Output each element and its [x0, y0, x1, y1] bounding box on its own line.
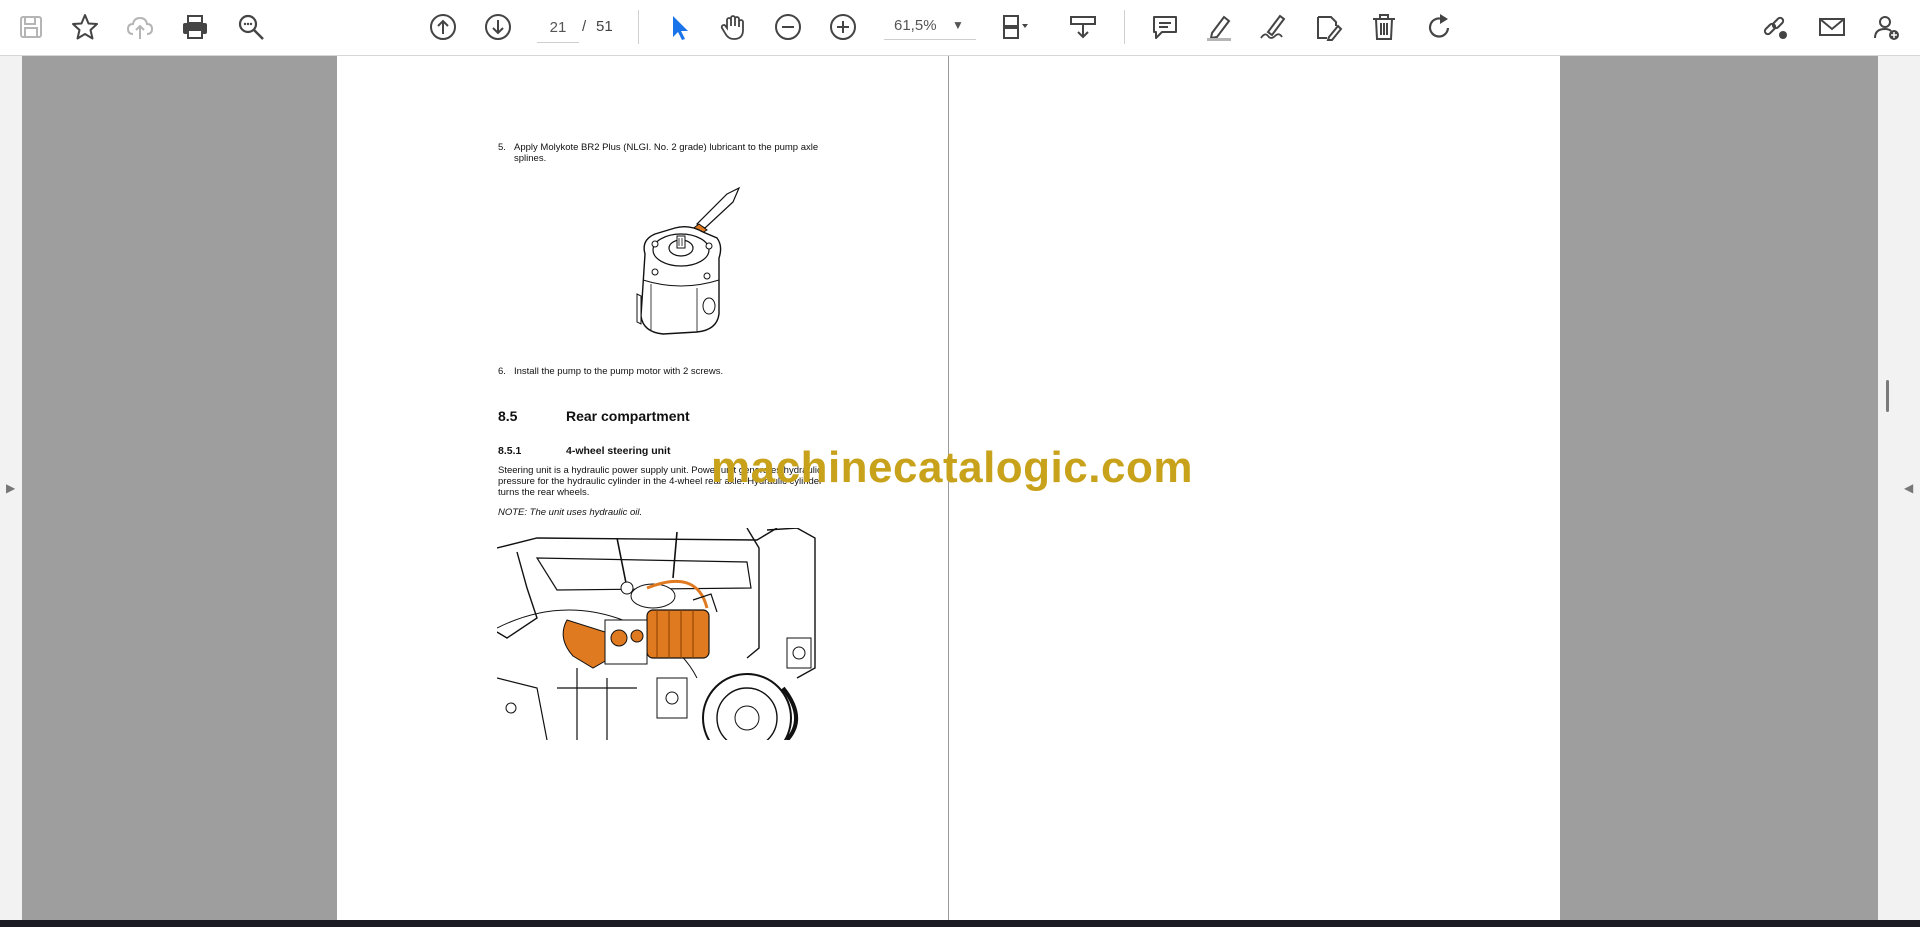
expand-left-panel-icon[interactable]: ▶: [6, 481, 15, 495]
zoom-out-icon[interactable]: [769, 9, 807, 45]
comment-icon[interactable]: [1146, 9, 1184, 45]
highlight-icon[interactable]: [1200, 9, 1238, 45]
step-6-number: 6.: [498, 366, 506, 377]
step-5-text-line-1: Apply Molykote BR2 Plus (NLGI. No. 2 gra…: [514, 142, 819, 153]
find-icon[interactable]: [232, 9, 270, 45]
watermark-text: machinecatalogic.com: [711, 443, 1193, 492]
steering-unit-illustration: [497, 528, 823, 740]
toolbar-divider: [1124, 10, 1125, 44]
bookmark-star-icon[interactable]: [66, 9, 104, 45]
step-6-text: Install the pump to the pump motor with …: [514, 366, 724, 377]
toolbar: / 51 ▼: [0, 0, 1920, 56]
share-link-icon[interactable]: [1756, 9, 1794, 45]
select-cursor-icon[interactable]: [660, 9, 698, 45]
cloud-upload-icon[interactable]: [121, 9, 159, 45]
add-user-icon[interactable]: [1868, 9, 1906, 45]
prev-page-icon[interactable]: [424, 9, 462, 45]
vertical-scrollbar-thumb[interactable]: [1886, 380, 1889, 412]
section-title: Rear compartment: [566, 408, 690, 424]
page-separator: /: [582, 18, 587, 35]
delete-icon[interactable]: [1365, 9, 1403, 45]
toolbar-divider: [638, 10, 639, 44]
section-number: 8.5: [498, 408, 518, 424]
scroll-mode-icon[interactable]: [1064, 9, 1102, 45]
subsection-title: 4-wheel steering unit: [566, 445, 671, 457]
expand-right-panel-icon[interactable]: ◀: [1904, 481, 1913, 495]
step-5-number: 5.: [498, 142, 506, 153]
rotate-icon[interactable]: [1420, 9, 1458, 45]
note-text: NOTE: The unit uses hydraulic oil.: [498, 507, 643, 518]
page-layout-icon[interactable]: [996, 9, 1034, 45]
next-page-icon[interactable]: [479, 9, 517, 45]
page-total: 51: [596, 18, 613, 35]
save-icon[interactable]: [12, 9, 50, 45]
subsection-number: 8.5.1: [498, 445, 522, 457]
taskbar-edge: [0, 920, 1920, 927]
sign-icon[interactable]: [1254, 9, 1292, 45]
zoom-in-icon[interactable]: [824, 9, 862, 45]
chevron-down-icon[interactable]: ▼: [952, 18, 964, 32]
print-icon[interactable]: [176, 9, 214, 45]
right-panel-collapsed: [1878, 56, 1920, 920]
hand-tool-icon[interactable]: [714, 9, 752, 45]
stamp-icon[interactable]: [1309, 9, 1347, 45]
page-number-input[interactable]: [537, 12, 579, 43]
pump-illustration: [636, 186, 741, 335]
paragraph-line-3: turns the rear wheels.: [498, 487, 590, 498]
email-icon[interactable]: [1813, 9, 1851, 45]
step-5-text-line-2: splines.: [514, 153, 547, 164]
